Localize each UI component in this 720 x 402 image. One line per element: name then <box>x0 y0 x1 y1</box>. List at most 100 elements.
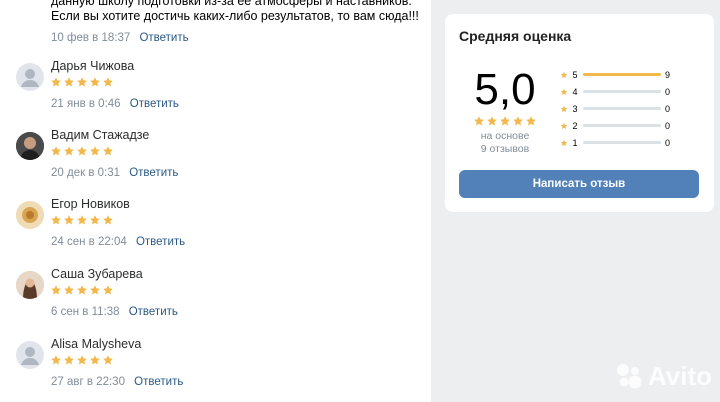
star-icon <box>560 122 568 130</box>
distribution-count: 0 <box>665 86 671 97</box>
reviewer-name[interactable]: Вадим Стажадзе <box>51 128 149 142</box>
review-stars <box>50 354 114 367</box>
avito-watermark-text: Avito <box>648 360 713 391</box>
star-icon <box>63 76 75 88</box>
review-text: данную школу подготовки из-за ее атмосфе… <box>51 0 419 23</box>
star-icon <box>76 284 88 296</box>
rating-distribution: 5940302010 <box>560 66 672 151</box>
reviewer-name[interactable]: Дарья Чижова <box>51 59 134 73</box>
user-placeholder-icon <box>21 347 39 365</box>
star-icon <box>63 145 75 157</box>
star-icon <box>102 284 114 296</box>
star-icon <box>89 76 101 88</box>
star-icon <box>63 284 75 296</box>
average-rating-block: 5,0 на основе 9 отзывов <box>465 68 545 156</box>
review-meta: 27 авг в 22:30 Ответить <box>51 376 183 388</box>
reply-link[interactable]: Ответить <box>136 236 185 248</box>
star-icon <box>76 76 88 88</box>
distribution-row: 30 <box>560 100 672 117</box>
star-icon <box>560 105 568 113</box>
review-stars <box>50 145 114 158</box>
reviewer-name[interactable]: Alisa Malysheva <box>51 337 141 351</box>
avatar[interactable] <box>16 271 44 299</box>
avito-logo-icon <box>617 364 642 389</box>
review-item: Саша Зубарева 6 сен в 11:38 Ответить <box>0 267 431 337</box>
reply-link[interactable]: Ответить <box>139 32 188 44</box>
star-icon <box>76 354 88 366</box>
avatar[interactable] <box>16 341 44 369</box>
review-stars <box>50 76 114 89</box>
review-item: Егор Новиков 24 сен в 22:04 Ответить <box>0 197 431 267</box>
rating-summary-card: Средняя оценка 5,0 на основе 9 отзывов 5… <box>445 14 714 212</box>
avatar[interactable] <box>16 63 44 91</box>
star-icon <box>525 115 537 127</box>
distribution-star-label: 5 <box>572 69 578 80</box>
reply-link[interactable]: Ответить <box>129 306 178 318</box>
review-meta: 10 фев в 18:37 Ответить <box>51 32 189 44</box>
star-icon <box>89 354 101 366</box>
write-review-button[interactable]: Написать отзыв <box>459 170 699 198</box>
reviewer-name[interactable]: Саша Зубарева <box>51 267 143 281</box>
reply-link[interactable]: Ответить <box>129 167 178 179</box>
star-icon <box>102 76 114 88</box>
review-date: 6 сен в 11:38 <box>51 306 120 318</box>
user-placeholder-icon <box>21 69 39 87</box>
card-title: Средняя оценка <box>459 28 572 44</box>
distribution-bar <box>583 107 661 110</box>
distribution-count: 0 <box>665 103 671 114</box>
distribution-bar <box>583 73 661 76</box>
star-icon <box>560 88 568 96</box>
review-meta: 24 сен в 22:04 Ответить <box>51 236 185 248</box>
avatar[interactable] <box>16 132 44 160</box>
distribution-row: 20 <box>560 117 672 134</box>
distribution-star-label: 1 <box>572 137 578 148</box>
distribution-bar <box>583 141 661 144</box>
star-icon <box>89 145 101 157</box>
review-date: 27 авг в 22:30 <box>51 376 125 388</box>
distribution-count: 9 <box>665 69 671 80</box>
star-icon <box>50 76 62 88</box>
avatar[interactable] <box>16 201 44 229</box>
star-icon <box>89 284 101 296</box>
star-icon <box>50 145 62 157</box>
star-icon <box>63 354 75 366</box>
star-icon <box>512 115 524 127</box>
reviewer-name[interactable]: Егор Новиков <box>51 197 130 211</box>
star-icon <box>50 354 62 366</box>
star-icon <box>486 115 498 127</box>
user-photo-icon <box>16 132 44 160</box>
reviews-list: данную школу подготовки из-за ее атмосфе… <box>0 0 431 402</box>
distribution-bar <box>583 124 661 127</box>
reply-link[interactable]: Ответить <box>134 376 183 388</box>
star-icon <box>560 139 568 147</box>
review-date: 21 янв в 0:46 <box>51 98 121 110</box>
avito-watermark: Avito <box>614 360 712 392</box>
review-meta: 6 сен в 11:38 Ответить <box>51 306 178 318</box>
review-date: 24 сен в 22:04 <box>51 236 127 248</box>
user-photo-icon <box>16 201 44 229</box>
review-date: 20 дек в 0:31 <box>51 167 121 179</box>
distribution-row: 40 <box>560 83 672 100</box>
review-meta: 21 янв в 0:46 Ответить <box>51 98 179 110</box>
review-item: Вадим Стажадзе 20 дек в 0:31 Ответить <box>0 128 431 198</box>
review-stars <box>50 284 114 297</box>
star-icon <box>76 145 88 157</box>
average-rating-value: 5,0 <box>474 65 536 114</box>
distribution-star-label: 4 <box>572 86 578 97</box>
reply-link[interactable]: Ответить <box>130 98 179 110</box>
distribution-row: 10 <box>560 134 672 151</box>
star-icon <box>50 214 62 226</box>
user-photo-icon <box>16 271 44 299</box>
star-icon <box>89 214 101 226</box>
star-icon <box>102 354 114 366</box>
distribution-bar <box>583 90 661 93</box>
star-icon <box>50 284 62 296</box>
star-icon <box>102 214 114 226</box>
distribution-star-label: 3 <box>572 103 578 114</box>
star-icon <box>63 214 75 226</box>
star-icon <box>473 115 485 127</box>
distribution-row: 59 <box>560 66 672 83</box>
distribution-count: 0 <box>665 137 671 148</box>
star-icon <box>102 145 114 157</box>
review-date: 10 фев в 18:37 <box>51 32 131 44</box>
